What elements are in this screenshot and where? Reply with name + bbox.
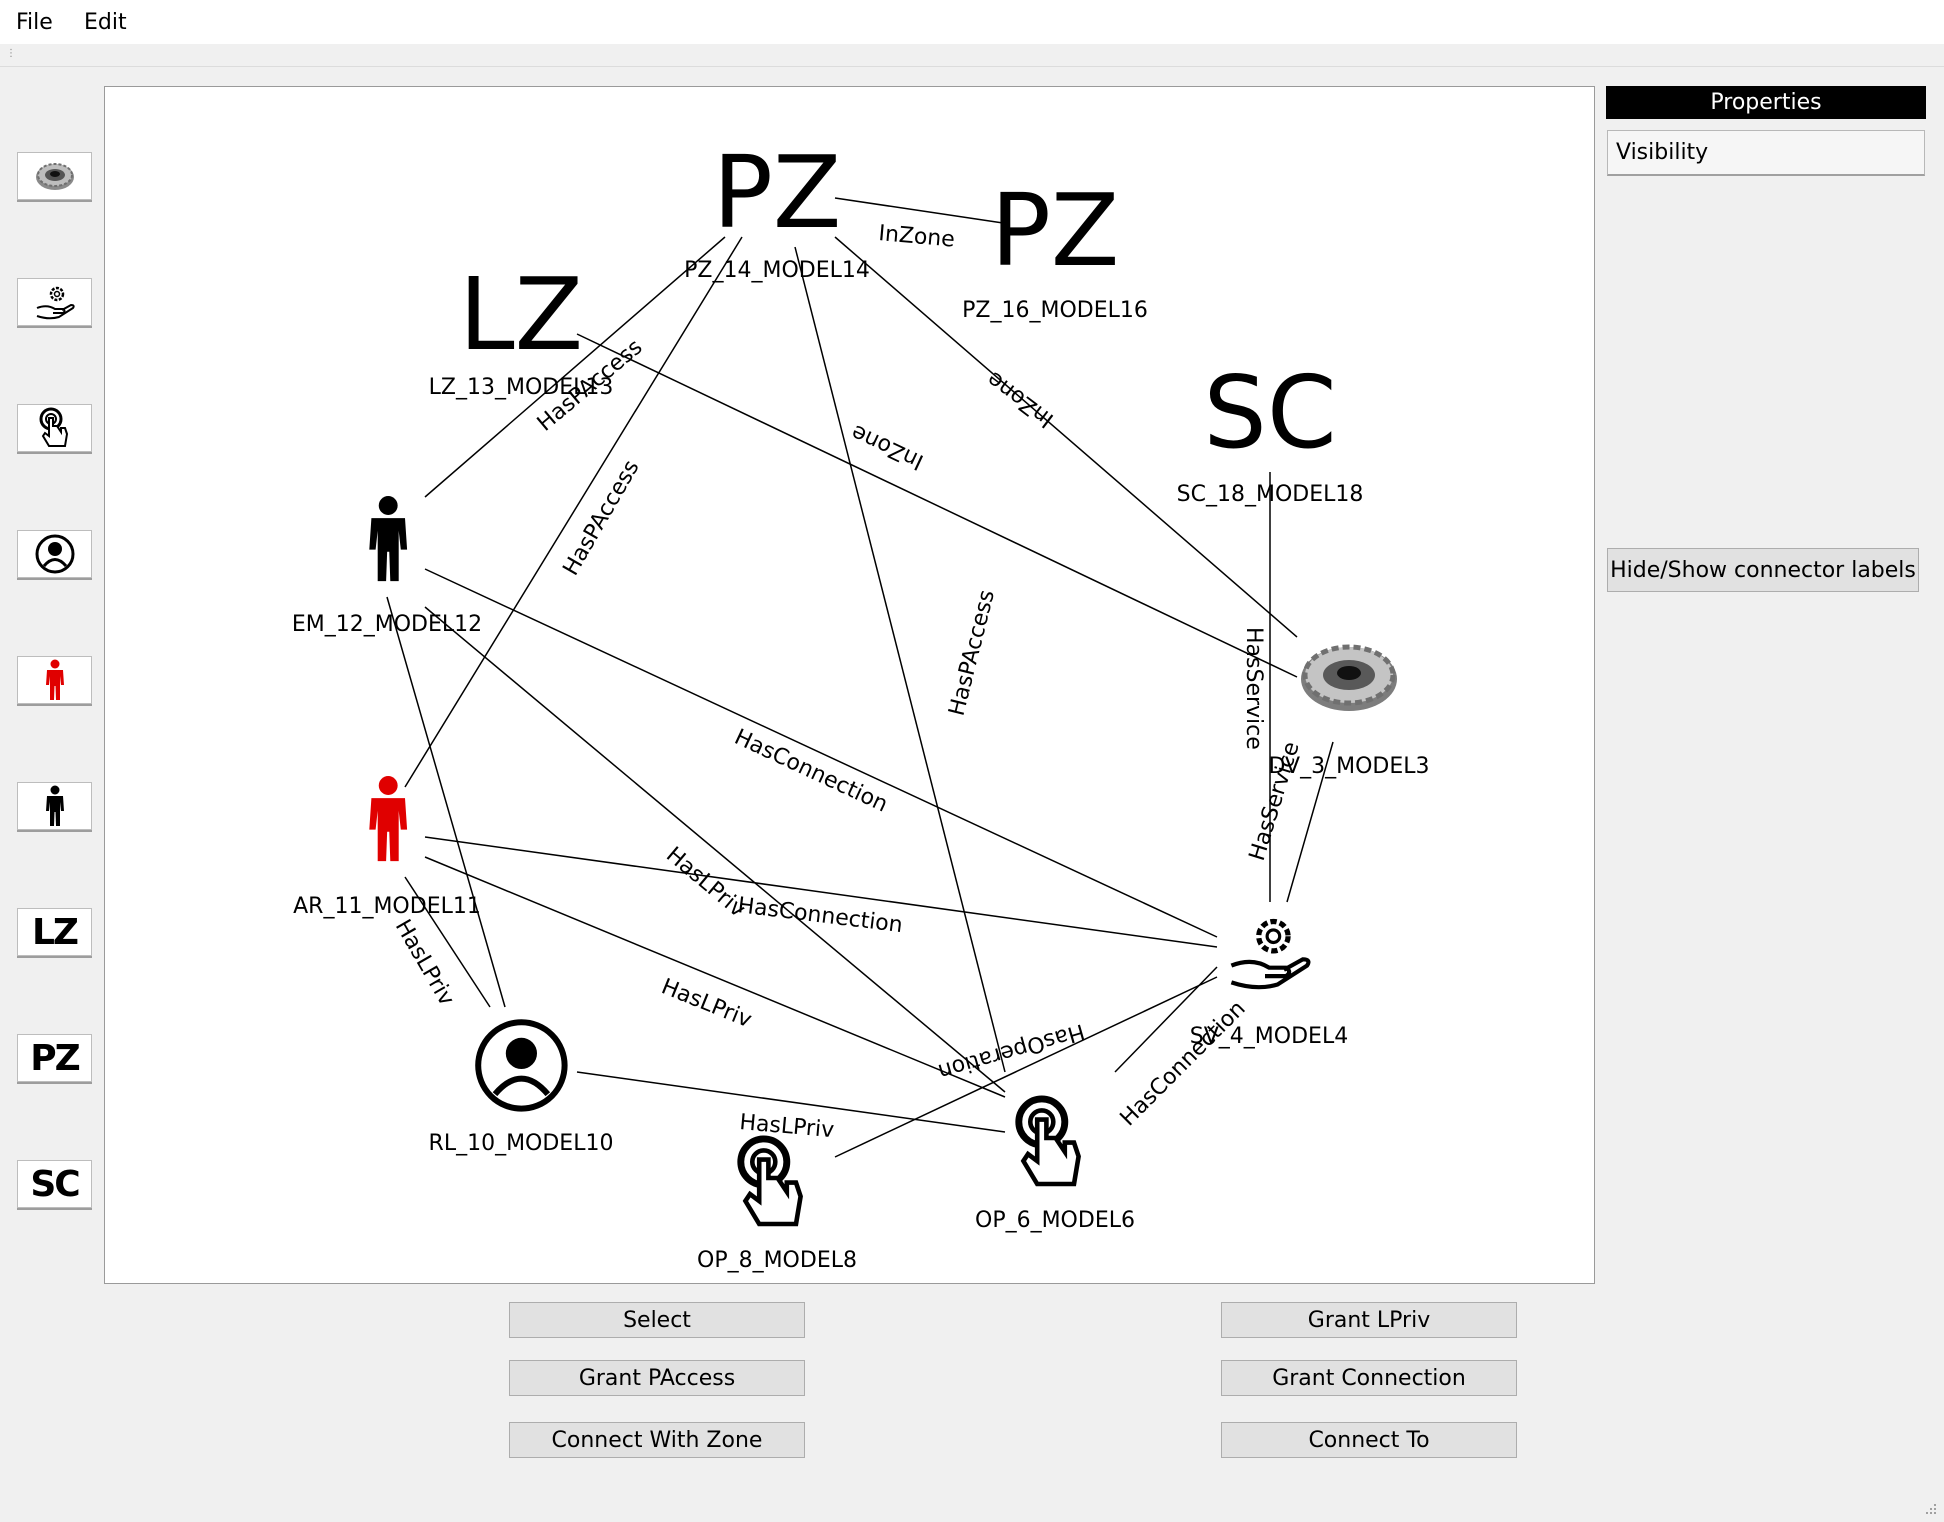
touch-hand-icon <box>737 1135 803 1227</box>
menu-bar: File Edit <box>0 0 1944 44</box>
red-person-icon <box>45 659 64 700</box>
palette-role-button[interactable] <box>17 530 92 578</box>
user-circle-icon <box>475 1019 568 1112</box>
palette-service-button[interactable] <box>17 278 92 326</box>
palette-device-button[interactable] <box>17 152 92 200</box>
node-label: OP_8_MODEL8 <box>697 1248 857 1273</box>
palette-physical-zone-button[interactable]: PZ <box>17 1034 92 1082</box>
edge-label: HasLPriv <box>661 842 750 922</box>
grant-connection-button[interactable]: Grant Connection <box>1221 1360 1517 1396</box>
node-op8[interactable]: OP_8_MODEL8 <box>697 1135 857 1273</box>
palette-operation-button[interactable] <box>17 404 92 452</box>
node-sc18[interactable]: SC SC_18_MODEL18 <box>1177 354 1364 507</box>
node-label: PZ_16_MODEL16 <box>962 298 1148 323</box>
edge-label: HasLPriv <box>658 974 755 1033</box>
node-lz13[interactable]: LZ LZ_13_MODEL13 <box>429 256 614 400</box>
lz-icon: LZ <box>31 911 79 953</box>
diagram-canvas[interactable]: InZone InZone InZone HasPAccess HasPAcce… <box>104 86 1595 1284</box>
visibility-field[interactable]: Visibility <box>1607 130 1925 176</box>
edge-ar11-sv4[interactable] <box>424 836 1218 948</box>
grant-paccess-button[interactable]: Grant PAccess <box>509 1360 805 1396</box>
node-label: DV_3_MODEL3 <box>1269 754 1430 779</box>
menu-file[interactable]: File <box>12 8 57 37</box>
node-ar11[interactable]: AR_11_MODEL11 <box>293 776 481 919</box>
node-label: OP_6_MODEL6 <box>975 1208 1135 1233</box>
node-label: PZ_14_MODEL14 <box>684 258 870 283</box>
connect-to-button[interactable]: Connect To <box>1221 1422 1517 1458</box>
edge-label: HasConnection <box>1116 996 1251 1131</box>
menu-edit[interactable]: Edit <box>80 8 131 37</box>
edge-label: InZone <box>877 221 955 253</box>
node-op6[interactable]: OP_6_MODEL6 <box>975 1095 1135 1233</box>
node-em12[interactable]: EM_12_MODEL12 <box>292 496 482 637</box>
node-label: SV_4_MODEL4 <box>1190 1024 1348 1049</box>
edge-pz14-pz16[interactable] <box>834 197 1004 224</box>
properties-header: Properties <box>1606 86 1926 119</box>
lz-icon: LZ <box>459 256 583 373</box>
node-label: AR_11_MODEL11 <box>293 894 481 919</box>
touch-hand-icon <box>1015 1095 1081 1187</box>
gear-disc-icon <box>1301 644 1397 711</box>
node-sv4[interactable]: SV_4_MODEL4 <box>1190 918 1348 1050</box>
node-pz14[interactable]: PZ PZ_14_MODEL14 <box>684 134 870 283</box>
edge-label: HasPAccess <box>945 588 1000 719</box>
edge-label: HasPAccess <box>559 456 645 580</box>
pz-icon: PZ <box>30 1037 80 1079</box>
hand-gear-icon <box>1230 918 1311 990</box>
red-person-icon <box>369 776 408 862</box>
palette-security-class-button[interactable]: SC <box>17 1160 92 1208</box>
grant-lpriv-button[interactable]: Grant LPriv <box>1221 1302 1517 1338</box>
node-pz16[interactable]: PZ PZ_16_MODEL16 <box>962 172 1148 323</box>
pz-icon: PZ <box>991 172 1120 289</box>
sc-icon: SC <box>1203 354 1336 471</box>
edge-label: HasConnection <box>730 725 891 818</box>
edge-label: HasService <box>1241 627 1266 750</box>
hand-gear-icon <box>36 286 75 320</box>
node-label: SC_18_MODEL18 <box>1177 482 1364 507</box>
pz-icon: PZ <box>713 134 842 251</box>
node-label: EM_12_MODEL12 <box>292 612 482 637</box>
select-button[interactable]: Select <box>509 1302 805 1338</box>
toolbar-grip[interactable]: ⋮ <box>0 44 1944 67</box>
edge-em12-sv4[interactable] <box>424 568 1218 938</box>
node-label: LZ_13_MODEL13 <box>429 375 614 400</box>
edge-sv4-op8[interactable] <box>834 976 1218 1158</box>
node-rl10[interactable]: RL_10_MODEL10 <box>429 1019 614 1156</box>
edge-label: InZone <box>983 366 1059 432</box>
node-dv3[interactable]: DV_3_MODEL3 <box>1269 644 1430 779</box>
user-circle-icon <box>35 534 74 574</box>
node-label: RL_10_MODEL10 <box>429 1131 614 1156</box>
hide-show-connector-labels-button[interactable]: Hide/Show connector labels <box>1607 548 1919 592</box>
black-person-icon <box>369 496 408 582</box>
gear-disc-icon <box>35 163 74 190</box>
diagram-svg: InZone InZone InZone HasPAccess HasPAcce… <box>292 134 1430 1273</box>
black-person-icon <box>45 785 64 826</box>
sc-icon: SC <box>30 1163 80 1205</box>
palette-admin-role-button[interactable] <box>17 656 92 704</box>
touch-hand-icon <box>39 407 68 447</box>
connect-with-zone-button[interactable]: Connect With Zone <box>509 1422 805 1458</box>
resize-grip-icon[interactable] <box>1922 1500 1938 1516</box>
palette-employee-button[interactable] <box>17 782 92 830</box>
palette-logical-zone-button[interactable]: LZ <box>17 908 92 956</box>
edge-label: InZone <box>848 419 928 474</box>
edge-label: HasLPriv <box>390 916 459 1011</box>
